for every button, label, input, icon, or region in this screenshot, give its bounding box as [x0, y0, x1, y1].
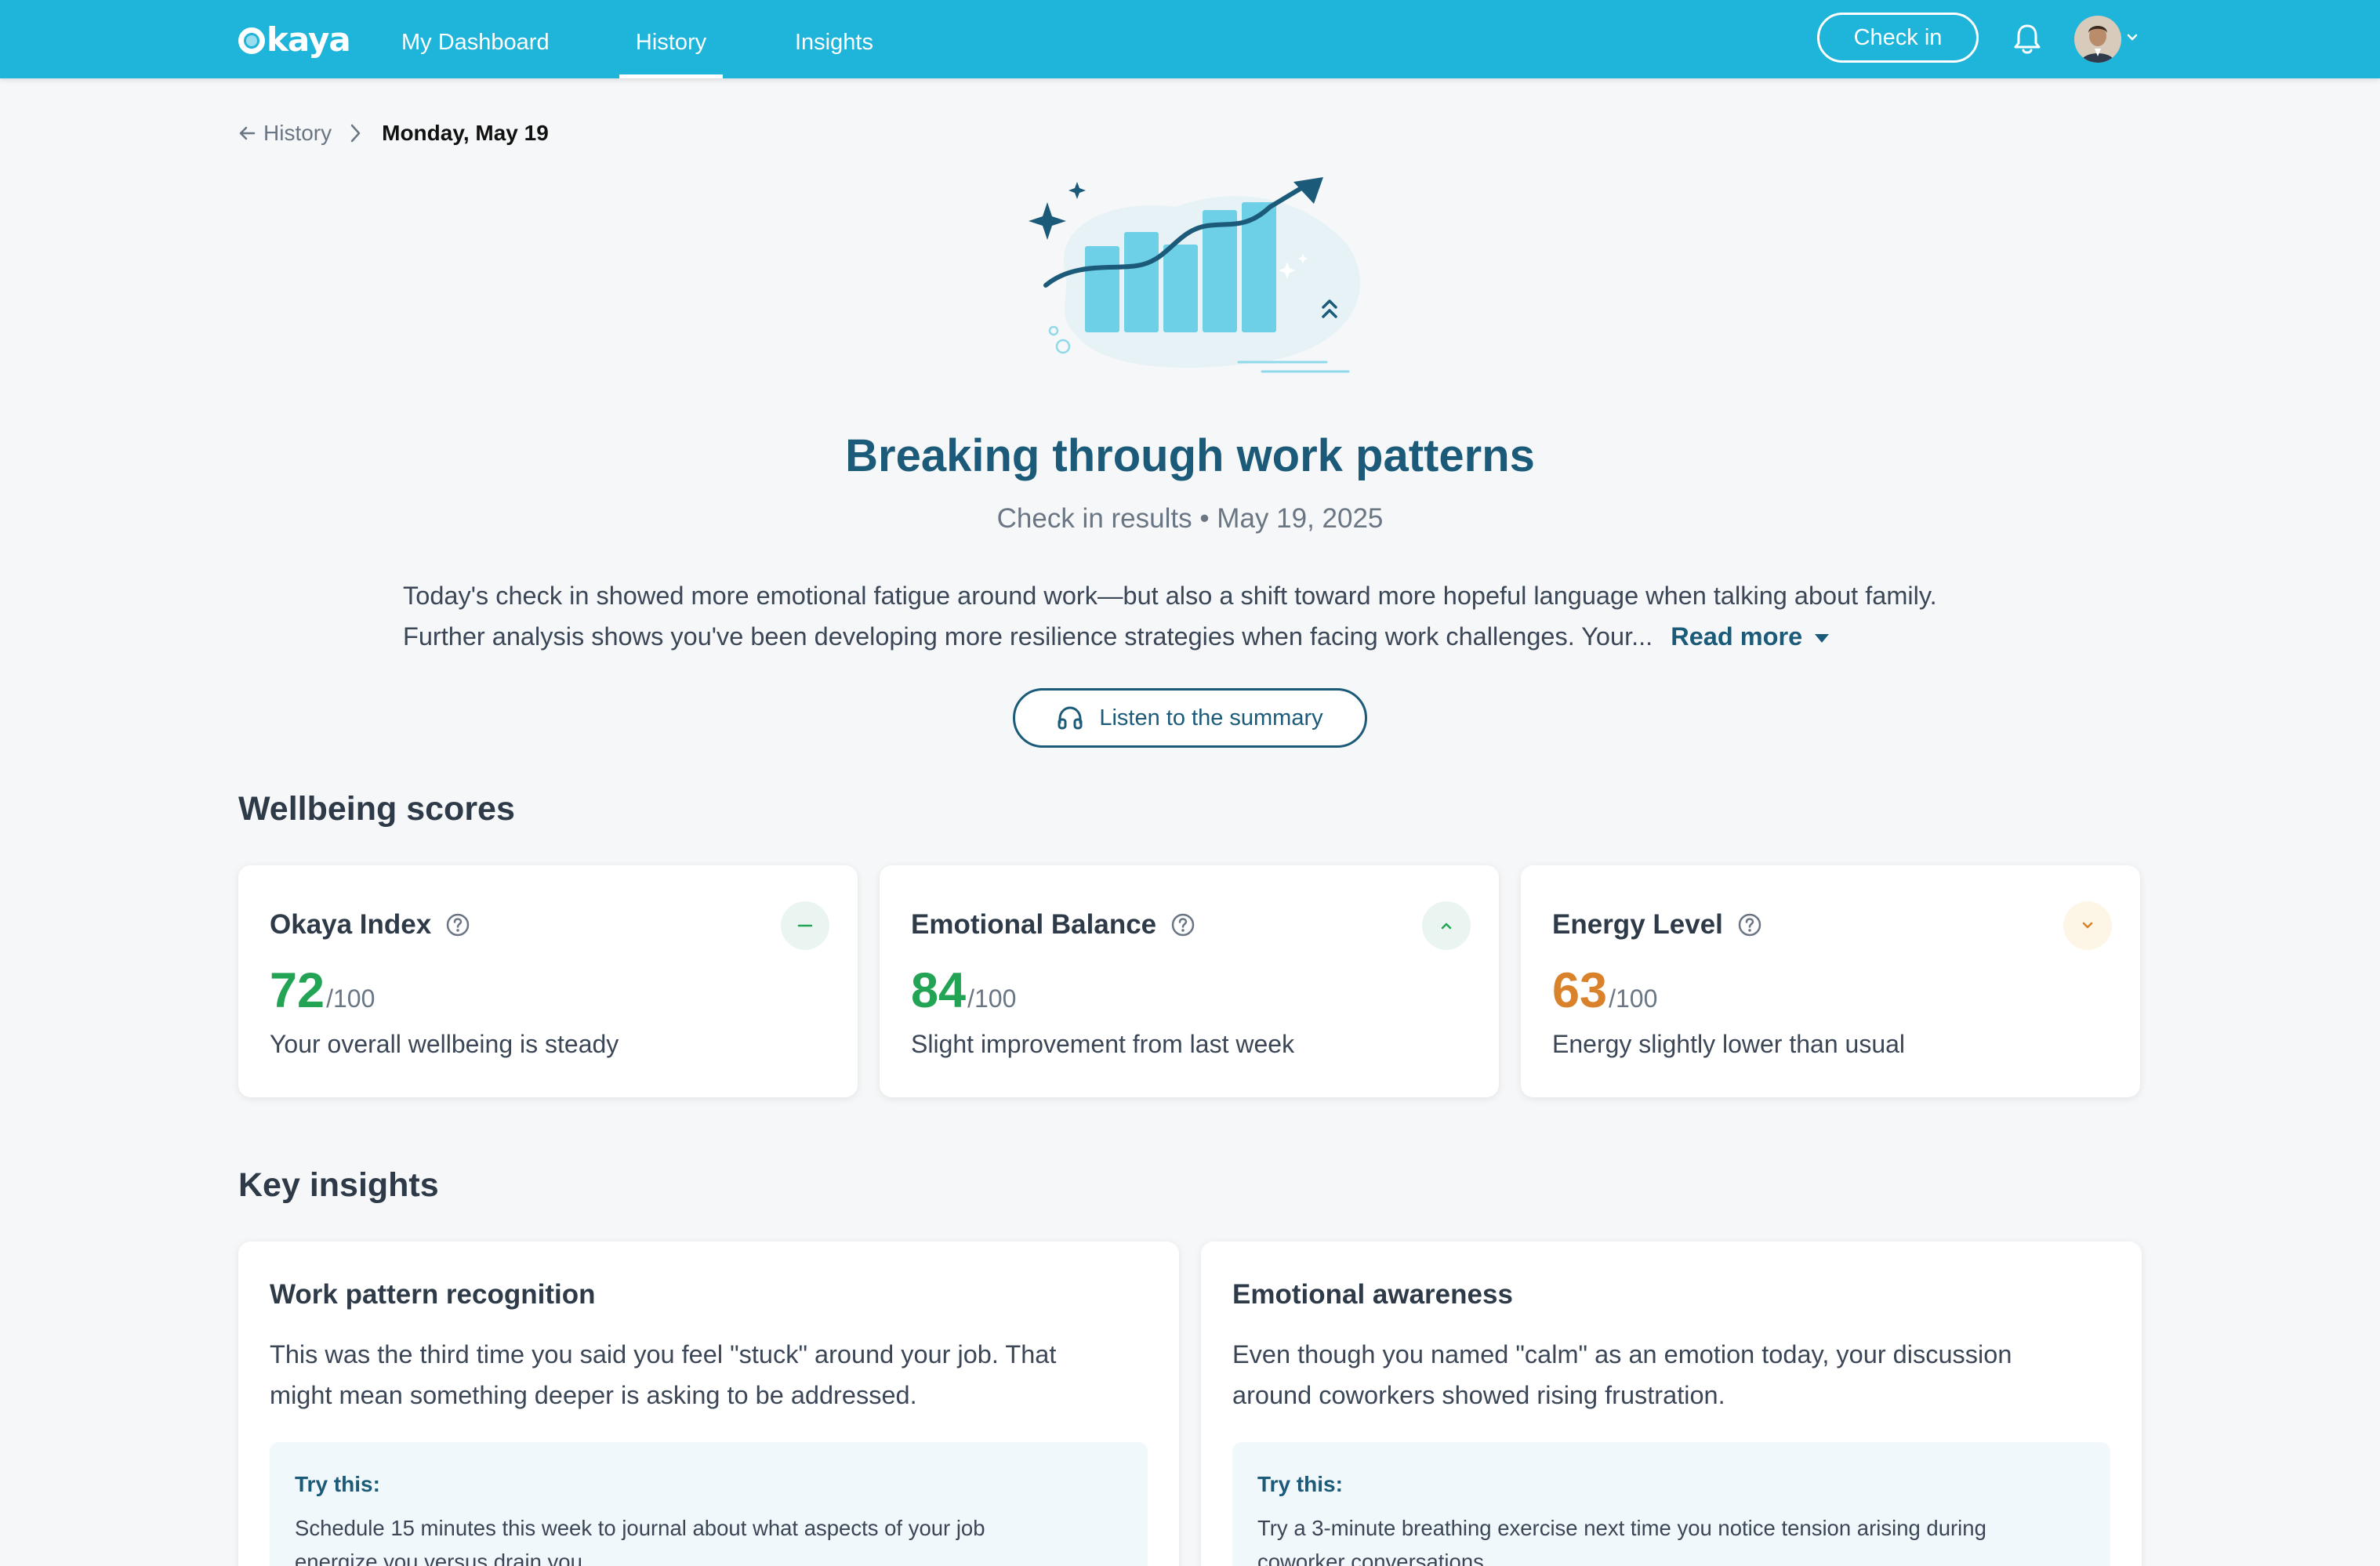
read-more-link[interactable]: Read more	[1671, 622, 1830, 651]
insight-title: Work pattern recognition	[270, 1279, 596, 1310]
check-in-button[interactable]: Check in	[1817, 13, 1979, 63]
summary-paragraph: Today's check in showed more emotional f…	[403, 575, 1979, 657]
listen-summary-button[interactable]: Listen to the summary	[1013, 688, 1367, 748]
nav-insights[interactable]: Insights	[795, 0, 873, 78]
read-more-label: Read more	[1671, 622, 1803, 651]
score-card-title-text: Okaya Index	[270, 909, 432, 940]
score-note: Energy slightly lower than usual	[1552, 1030, 1906, 1058]
insight-card-emotional-awareness: Emotional awareness Even though you name…	[1201, 1242, 2142, 1566]
insight-body-line: Even though you named "calm" as an emoti…	[1232, 1340, 2012, 1368]
score-card-emotional-balance: Emotional Balance 84 /100 Slight improve…	[880, 865, 1499, 1097]
caret-down-icon	[1815, 633, 1830, 643]
score-number: 84	[911, 963, 967, 1018]
score-card-title-text: Energy Level	[1552, 909, 1723, 940]
nav-my-dashboard[interactable]: My Dashboard	[401, 0, 550, 78]
score-card-energy-level: Energy Level 63 /100 Energy slightly low…	[1521, 865, 2140, 1097]
score-number: 63	[1552, 963, 1608, 1018]
wellbeing-scores-heading: Wellbeing scores	[238, 790, 515, 828]
try-this-text: Try a 3-minute breathing exercise next t…	[1257, 1511, 1986, 1566]
listen-summary-label: Listen to the summary	[1099, 705, 1323, 730]
avatar[interactable]	[2074, 16, 2121, 63]
try-this-label: Try this:	[1257, 1472, 1343, 1496]
logo-mark	[238, 27, 265, 54]
chevron-up-icon	[1441, 923, 1452, 930]
help-icon[interactable]	[445, 912, 470, 937]
insight-title: Emotional awareness	[1232, 1279, 1513, 1310]
insight-body: This was the third time you said you fee…	[270, 1334, 1056, 1416]
trend-steady-chip	[781, 901, 829, 950]
score-value: 63 /100	[1552, 962, 1657, 1019]
insight-body-line: around coworkers showed rising frustrati…	[1232, 1381, 1725, 1409]
page-title: Breaking through work patterns	[845, 430, 1535, 481]
minus-icon	[797, 924, 813, 927]
try-this-line: coworker conversations.	[1257, 1550, 1490, 1566]
chevron-down-icon[interactable]	[2126, 33, 2139, 42]
score-denominator: /100	[1609, 984, 1658, 1013]
score-card-okaya-index: Okaya Index 72 /100 Your overall wellbei…	[238, 865, 858, 1097]
logo-text: kaya	[267, 20, 351, 59]
breadcrumb-current: Monday, May 19	[382, 121, 549, 145]
arrow-left-icon	[239, 126, 256, 140]
score-denominator: /100	[326, 984, 376, 1013]
score-card-title: Emotional Balance	[911, 909, 1195, 941]
bell-icon[interactable]	[2012, 22, 2043, 56]
try-this-line: energize you versus drain you.	[295, 1550, 589, 1566]
score-value: 84 /100	[911, 962, 1016, 1019]
score-note: Slight improvement from last week	[911, 1030, 1295, 1058]
nav-history[interactable]: History	[619, 0, 723, 78]
check-in-date-subtitle: Check in results • May 19, 2025	[996, 503, 1384, 534]
breadcrumb-back-label: History	[263, 121, 332, 145]
insight-body: Even though you named "calm" as an emoti…	[1232, 1334, 2012, 1416]
help-icon[interactable]	[1737, 912, 1762, 937]
okaya-logo[interactable]: kaya	[238, 20, 351, 59]
trend-down-chip	[2063, 901, 2112, 950]
growth-chart-illustration	[1029, 177, 1360, 373]
help-icon[interactable]	[1170, 912, 1195, 937]
score-number: 72	[270, 963, 325, 1018]
insight-body-line: This was the third time you said you fee…	[270, 1340, 1057, 1368]
try-this-box: Try this: Schedule 15 minutes this week …	[270, 1442, 1148, 1566]
try-this-line: Try a 3-minute breathing exercise next t…	[1257, 1516, 1986, 1540]
score-card-title: Energy Level	[1552, 909, 1762, 941]
trend-up-chip	[1422, 901, 1471, 950]
breadcrumb-back-link[interactable]: History	[238, 121, 332, 146]
insight-card-work-pattern: Work pattern recognition This was the th…	[238, 1242, 1179, 1566]
key-insights-heading: Key insights	[238, 1166, 439, 1204]
chevron-right-icon	[349, 123, 361, 143]
try-this-box: Try this: Try a 3-minute breathing exerc…	[1232, 1442, 2110, 1566]
score-note: Your overall wellbeing is steady	[270, 1030, 619, 1058]
try-this-text: Schedule 15 minutes this week to journal…	[295, 1511, 985, 1566]
score-card-title: Okaya Index	[270, 909, 470, 941]
breadcrumb: History Monday, May 19	[238, 118, 549, 149]
chevron-down-icon	[2082, 922, 2093, 929]
insight-body-line: might mean something deeper is asking to…	[270, 1381, 917, 1409]
top-nav: kaya My Dashboard History Insights Check…	[0, 0, 2380, 78]
score-value: 72 /100	[270, 962, 375, 1019]
headphones-icon	[1058, 706, 1083, 730]
try-this-line: Schedule 15 minutes this week to journal…	[295, 1516, 985, 1540]
score-denominator: /100	[967, 984, 1017, 1013]
score-card-title-text: Emotional Balance	[911, 909, 1157, 940]
try-this-label: Try this:	[295, 1472, 380, 1496]
